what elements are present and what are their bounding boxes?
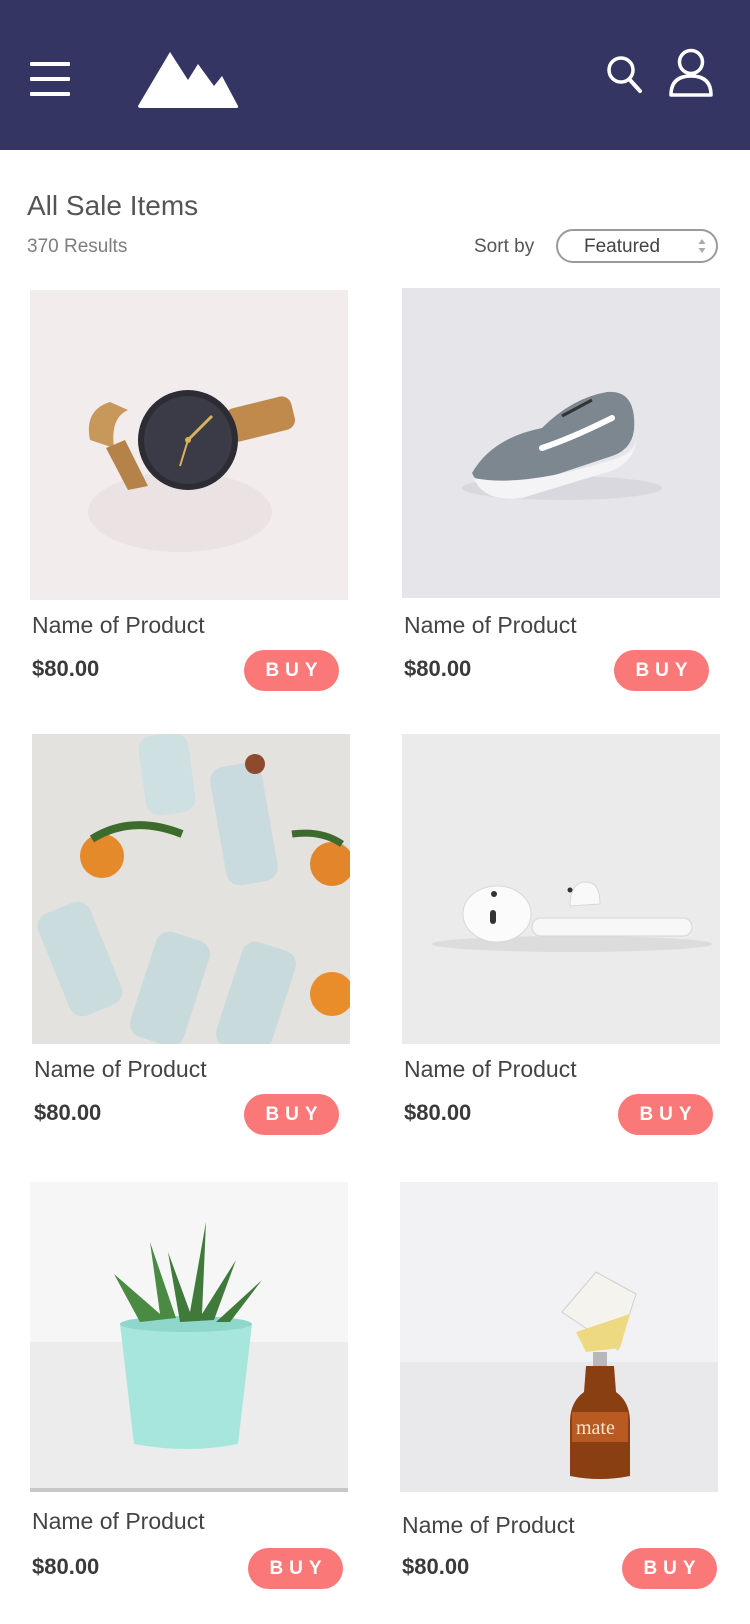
buy-button[interactable]: BUY	[622, 1548, 717, 1589]
svg-text:mate: mate	[576, 1417, 615, 1439]
product-image-succulent[interactable]	[30, 1182, 348, 1492]
product-price: $80.00	[402, 1554, 470, 1579]
product-image-earbuds[interactable]	[402, 734, 720, 1044]
search-icon[interactable]	[606, 54, 644, 96]
product-price: $80.00	[404, 1100, 472, 1125]
product-price: $80.00	[404, 656, 472, 681]
dropdown-arrows-icon	[698, 239, 706, 253]
product-card[interactable]: Name of Product $80.00 BUY	[30, 1182, 350, 1602]
product-name[interactable]: Name of Product	[34, 1056, 207, 1083]
product-price: $80.00	[34, 1100, 102, 1125]
product-name[interactable]: Name of Product	[402, 1512, 575, 1539]
app-header	[0, 0, 750, 150]
product-price: $80.00	[32, 1554, 100, 1579]
product-image-watch[interactable]	[30, 290, 348, 600]
user-profile-icon[interactable]	[668, 48, 714, 98]
hamburger-menu-icon[interactable]	[30, 62, 70, 96]
product-image-water-bottles[interactable]	[32, 734, 350, 1044]
product-name[interactable]: Name of Product	[404, 612, 577, 639]
product-name[interactable]: Name of Product	[32, 612, 205, 639]
product-name[interactable]: Name of Product	[404, 1056, 577, 1083]
product-name[interactable]: Name of Product	[32, 1508, 205, 1535]
mountain-logo-icon[interactable]	[138, 46, 240, 108]
product-card[interactable]: Name of Product $80.00 BUY	[32, 734, 352, 1135]
page-title: All Sale Items	[27, 190, 199, 221]
results-count: 370 Results	[27, 236, 128, 257]
sort-dropdown[interactable]: Featured	[556, 229, 718, 263]
buy-button[interactable]: BUY	[618, 1094, 713, 1135]
product-card[interactable]: Name of Product $80.00 BUY	[402, 288, 722, 691]
sort-selected-value: Featured	[584, 236, 661, 257]
sort-label: Sort by	[474, 236, 535, 257]
product-image-mate-bottle[interactable]: mate	[400, 1182, 718, 1492]
buy-button[interactable]: BUY	[244, 650, 339, 691]
product-image-sneaker[interactable]	[402, 288, 720, 598]
product-card[interactable]: mate Name of Product $80.00 BUY	[400, 1182, 720, 1602]
buy-button[interactable]: BUY	[248, 1548, 343, 1589]
buy-button[interactable]: BUY	[614, 650, 709, 691]
buy-button[interactable]: BUY	[244, 1094, 339, 1135]
product-card[interactable]: Name of Product $80.00 BUY	[402, 734, 722, 1135]
product-card[interactable]: Name of Product $80.00 BUY	[30, 290, 350, 691]
product-price: $80.00	[32, 656, 100, 681]
